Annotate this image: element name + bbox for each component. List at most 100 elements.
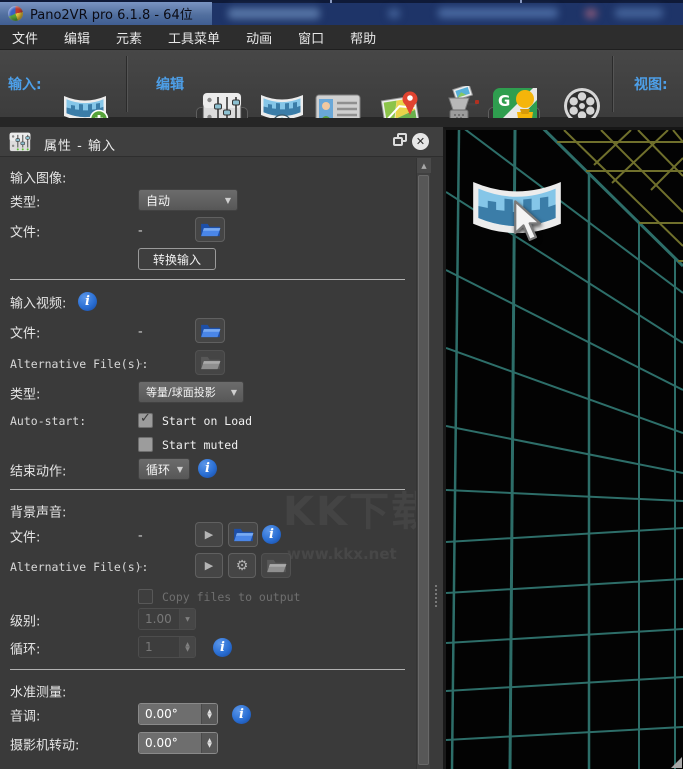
copy-files-label: Copy files to output (162, 590, 300, 604)
resize-grip[interactable] (671, 757, 682, 768)
sound-info-icon[interactable]: i (262, 525, 281, 544)
copy-files-checkbox (138, 589, 153, 604)
chevron-down-icon: ▼ (185, 617, 190, 622)
chevron-down-icon: ▼ (225, 388, 243, 397)
play-icon: ▶ (205, 559, 213, 572)
chevron-down-icon: ▼ (207, 714, 212, 719)
splitter-grip-icon (435, 585, 437, 607)
video-open-file-button[interactable] (195, 318, 225, 343)
app-logo-icon (8, 6, 23, 21)
roll-row: 摄影机转动: 0.00° ▲ ▼ (10, 732, 410, 756)
input-video-heading: 输入视频: (10, 293, 66, 312)
pitch-label: 音调: (10, 706, 40, 725)
spinner-arrows[interactable]: ▲ ▼ (201, 733, 217, 753)
svg-text:G: G (498, 92, 510, 110)
roll-label: 摄影机转动: (10, 735, 79, 754)
menu-tools[interactable]: 工具菜单 (158, 28, 230, 47)
autostart-row: Auto-start: ✓ Start on Load (10, 409, 410, 433)
dropdown-value: 等量/球面投影 (139, 384, 216, 400)
pitch-spinner[interactable]: 0.00° ▲ ▼ (138, 703, 218, 725)
start-muted-checkbox[interactable] (138, 437, 153, 452)
roll-spinner[interactable]: 0.00° ▲ ▼ (138, 732, 218, 754)
image-type-dropdown[interactable]: 自动 ▼ (138, 189, 238, 211)
convert-input-button[interactable]: 转换输入 (138, 248, 216, 270)
close-panel-button[interactable]: ✕ (412, 133, 429, 150)
background-window-blur (228, 8, 320, 19)
menu-file[interactable]: 文件 (2, 28, 48, 47)
spinner-value: 0.00° (139, 733, 201, 753)
panel-splitter[interactable] (430, 127, 443, 769)
window-title: Pano2VR pro 6.1.8 - 64位 (30, 4, 193, 23)
loop-info-icon[interactable]: i (213, 638, 232, 657)
copy-files-row: Copy files to output (10, 585, 410, 609)
sound-alt-settings-button[interactable]: ⚙ (228, 553, 256, 578)
video-type-dropdown[interactable]: 等量/球面投影 ▼ (138, 381, 244, 403)
background-window-blur (388, 9, 400, 18)
folder-icon (200, 323, 221, 338)
pitch-info-icon[interactable]: i (232, 705, 251, 724)
viewer-canvas[interactable] (443, 127, 683, 769)
check-icon: ✓ (140, 411, 151, 426)
spinner-arrows[interactable]: ▲ ▼ (201, 704, 217, 724)
toolbar-edit-label: 编辑 (156, 74, 184, 94)
mouse-cursor-icon (512, 200, 546, 244)
video-alt-file-label: Alternative File(s): (10, 357, 148, 371)
menu-help[interactable]: 帮助 (340, 28, 386, 47)
sound-file-row: 文件: - ▶ i (10, 522, 410, 549)
level-spinner: 1.00 ▼ (138, 608, 196, 630)
loop-row: 循环: 1 ▲ ▼ i (10, 636, 410, 660)
background-window-blur (615, 8, 663, 18)
sound-alt-file-row: Alternative File(s): - ▶ ⚙ (10, 553, 410, 580)
sound-play-button[interactable]: ▶ (195, 522, 223, 547)
sound-file-value: - (138, 528, 143, 543)
app-window: Pano2VR pro 6.1.8 - 64位 文件 编辑 元素 工具菜单 动画… (0, 0, 683, 769)
dropdown-value: 循环 (139, 461, 170, 478)
menu-animation[interactable]: 动画 (236, 28, 282, 47)
toolbar-separator (126, 56, 128, 112)
menu-edit[interactable]: 编辑 (54, 28, 100, 47)
scrollbar-thumb[interactable] (418, 175, 429, 765)
menu-elements[interactable]: 元素 (106, 28, 152, 47)
video-alt-open-file-button (195, 350, 225, 375)
end-action-row: 结束动作: 循环 ▼ i (10, 457, 410, 483)
sound-alt-open-file-button (261, 553, 291, 578)
panel-sliders-icon (8, 131, 32, 153)
image-file-label: 文件: (10, 221, 40, 240)
spinner-value: 0.00° (139, 704, 201, 724)
folder-icon (200, 222, 221, 237)
float-panel-button[interactable] (393, 133, 409, 148)
end-action-label: 结束动作: (10, 461, 66, 480)
image-type-row: 类型: 自动 ▼ (10, 189, 410, 213)
panel-title: 属性 - 输入 (44, 135, 116, 154)
chevron-down-icon: ▼ (185, 647, 190, 652)
leveling-heading: 水准测量: (10, 682, 66, 701)
folder-icon (200, 355, 221, 370)
background-window-blur (585, 9, 597, 18)
video-alt-file-value: - (138, 356, 143, 371)
sound-alt-play-button[interactable]: ▶ (195, 553, 223, 578)
panel-scrollbar[interactable]: ▲ (416, 158, 430, 769)
section-separator (10, 489, 405, 490)
properties-panel: 属性 - 输入 ✕ KK下载 www.kkx.net 输入图像: 类型: 自动 … (0, 127, 443, 769)
titlebar-active-region[interactable]: Pano2VR pro 6.1.8 - 64位 (0, 2, 212, 25)
sound-open-file-button[interactable] (228, 522, 258, 547)
chevron-down-icon: ▼ (207, 743, 212, 748)
image-file-value: - (138, 223, 143, 238)
toolbar: 输入: 编辑 (0, 50, 683, 118)
start-on-load-checkbox[interactable]: ✓ (138, 413, 153, 428)
convert-input-row: 转换输入 (10, 248, 410, 272)
loop-spinner: 1 ▲ ▼ (138, 636, 196, 658)
toolbar-separator (612, 56, 614, 112)
section-separator (10, 669, 405, 670)
image-open-file-button[interactable] (195, 217, 225, 242)
title-bar[interactable]: Pano2VR pro 6.1.8 - 64位 (0, 0, 683, 25)
scrollbar-up-button[interactable]: ▲ (417, 158, 431, 173)
end-action-info-icon[interactable]: i (198, 459, 217, 478)
section-separator (10, 279, 405, 280)
video-info-icon[interactable]: i (78, 292, 97, 311)
panel-header[interactable]: 属性 - 输入 ✕ (0, 127, 443, 157)
chevron-down-icon: ▼ (219, 196, 237, 205)
video-alt-file-row: Alternative File(s): - (10, 350, 410, 377)
end-action-dropdown[interactable]: 循环 ▼ (138, 458, 190, 480)
menu-window[interactable]: 窗口 (288, 28, 334, 47)
